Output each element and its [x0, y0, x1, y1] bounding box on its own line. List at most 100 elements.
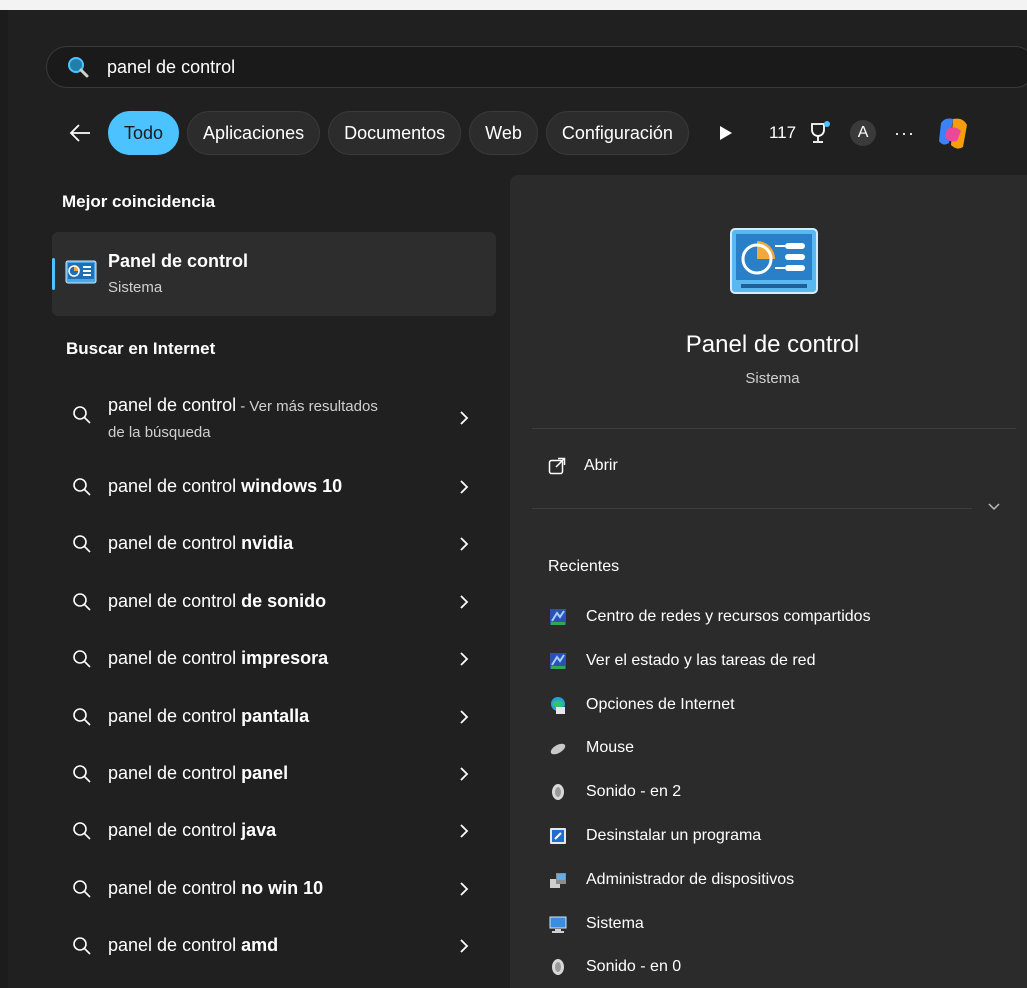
filter-chip-todo[interactable]: Todo — [108, 111, 180, 155]
open-action[interactable]: Abrir — [548, 457, 618, 475]
web-suggestion-label: panel de control impresora — [108, 648, 328, 669]
best-match-name: Panel de control — [108, 251, 249, 271]
recent-item[interactable]: Centro de redes y recursos compartidos — [548, 605, 871, 629]
web-suggestion-item[interactable]: panel de control impresora — [52, 631, 496, 687]
web-suggestion-completion: amd — [241, 935, 279, 955]
preview-title: Panel de control — [685, 331, 860, 358]
back-arrow-icon — [69, 124, 90, 142]
system-icon — [549, 916, 567, 933]
web-suggestion-query: panel de control — [108, 706, 242, 726]
control-panel-icon — [730, 228, 818, 294]
filter-bar: Todo Aplicaciones Documentos Web Configu… — [60, 110, 1027, 156]
web-suggestion-query: panel de control — [108, 763, 242, 783]
web-suggestion-more-results[interactable]: panel de control - Ver más resultados de… — [52, 388, 496, 448]
web-suggestion-hint: - Ver más resultados — [236, 398, 378, 415]
web-suggestion-item[interactable]: panel de control pantalla — [52, 689, 496, 745]
mouse-icon — [550, 743, 566, 755]
recent-item-label: Sonido - en 2 — [586, 783, 682, 800]
recent-item-label: Sistema — [586, 915, 644, 932]
search-icon — [73, 535, 91, 553]
search-icon — [73, 765, 91, 783]
recent-item[interactable]: Mouse — [548, 736, 634, 760]
recent-item[interactable]: Sistema — [548, 912, 644, 936]
more-options-button[interactable]: ··· — [894, 123, 915, 144]
back-button[interactable] — [60, 113, 100, 153]
recent-item-label: Desinstalar un programa — [586, 827, 762, 844]
filter-chip-documentos[interactable]: Documentos — [328, 111, 462, 155]
filter-chip-aplicaciones[interactable]: Aplicaciones — [187, 111, 321, 155]
web-suggestion-item[interactable]: panel de control no win 10 — [52, 861, 496, 917]
best-match-item[interactable]: Panel de control Sistema — [52, 232, 496, 316]
web-suggestion-item[interactable]: panel de control de sonido — [52, 574, 496, 630]
recent-item[interactable]: Opciones de Internet — [548, 693, 735, 717]
more-filters-button[interactable] — [711, 118, 741, 148]
recent-item-label: Sonido - en 0 — [586, 958, 682, 975]
web-suggestion-item[interactable]: panel de control nvidia — [52, 516, 496, 572]
recent-item-label: Ver el estado y las tareas de red — [586, 652, 816, 669]
web-suggestion-completion: impresora — [241, 648, 329, 668]
web-suggestion-label: panel de control panel — [108, 763, 288, 784]
web-suggestion-item[interactable]: panel de control windows 10 — [52, 459, 496, 515]
best-match-kind: Sistema — [108, 279, 163, 296]
speaker-icon — [552, 784, 564, 800]
device-manager-icon — [550, 873, 566, 888]
recent-item-label: Administrador de dispositivos — [586, 871, 795, 888]
search-box[interactable] — [46, 46, 1027, 88]
open-label: Abrir — [584, 457, 618, 474]
recent-item[interactable]: Sonido - en 2 — [548, 780, 681, 804]
chevron-down-icon[interactable] — [986, 501, 1002, 513]
chevron-right-icon — [460, 595, 469, 609]
web-suggestion-item[interactable]: panel de control java — [52, 803, 496, 859]
recent-item-label: Opciones de Internet — [586, 696, 735, 713]
account-avatar[interactable]: A — [850, 120, 877, 146]
divider — [532, 428, 1016, 429]
search-icon — [73, 880, 91, 898]
web-suggestion-completion: no win 10 — [241, 878, 324, 898]
search-icon — [73, 708, 91, 726]
web-suggestion-label: panel de control java — [108, 820, 276, 841]
recent-item[interactable]: Ver el estado y las tareas de red — [548, 649, 815, 673]
web-suggestion-label: panel de control - Ver más resultados — [108, 395, 378, 416]
search-icon — [73, 822, 91, 840]
filter-chip-configuracion[interactable]: Configuración — [545, 111, 689, 155]
chevron-right-icon — [460, 882, 469, 896]
web-suggestion-query: panel de control — [108, 935, 242, 955]
search-icon — [73, 650, 91, 668]
web-suggestion-label: panel de control windows 10 — [108, 476, 342, 497]
web-suggestion-label: panel de control nvidia — [108, 533, 293, 554]
best-match-heading: Mejor coincidencia — [62, 192, 216, 211]
web-suggestion-query: panel de control — [108, 648, 242, 668]
web-suggestion-hint-line2: de la búsqueda — [108, 424, 211, 441]
speaker-icon — [552, 959, 564, 975]
recent-heading: Recientes — [548, 558, 620, 575]
trophy-icon[interactable] — [806, 120, 832, 146]
recent-item-label: Mouse — [586, 739, 635, 756]
web-suggestion-label: panel de control de sonido — [108, 591, 326, 612]
chevron-right-icon — [460, 652, 469, 666]
web-suggestion-completion: windows 10 — [241, 476, 343, 496]
web-suggestion-label: panel de control amd — [108, 935, 278, 956]
network-icon — [550, 653, 566, 669]
web-suggestion-completion: nvidia — [241, 533, 294, 553]
recent-item[interactable]: Desinstalar un programa — [548, 824, 761, 848]
web-suggestion-item[interactable]: panel de control amd — [52, 918, 496, 974]
open-external-icon — [548, 457, 566, 475]
web-suggestion-query: panel de control — [108, 476, 242, 496]
web-suggestion-label: panel de control pantalla — [108, 706, 309, 727]
web-suggestion-item[interactable]: panel de control panel — [52, 746, 496, 802]
chevron-right-icon — [460, 710, 469, 724]
web-suggestion-completion: pantalla — [241, 706, 310, 726]
web-suggestion-completion: de sonido — [241, 591, 327, 611]
web-suggestion-query: panel de control — [108, 533, 242, 553]
web-suggestion-query: panel de control — [108, 878, 242, 898]
recent-item[interactable]: Sonido - en 0 — [548, 955, 681, 979]
filter-chip-web[interactable]: Web — [469, 111, 538, 155]
control-panel-icon — [65, 260, 97, 284]
recent-item[interactable]: Administrador de dispositivos — [548, 868, 794, 892]
preview-subtitle: Sistema — [745, 370, 800, 387]
chevron-right-icon — [460, 824, 469, 838]
selection-indicator — [52, 258, 55, 290]
copilot-icon[interactable] — [933, 113, 973, 153]
search-input[interactable] — [107, 56, 807, 78]
rewards-points[interactable]: 117 — [769, 123, 796, 143]
